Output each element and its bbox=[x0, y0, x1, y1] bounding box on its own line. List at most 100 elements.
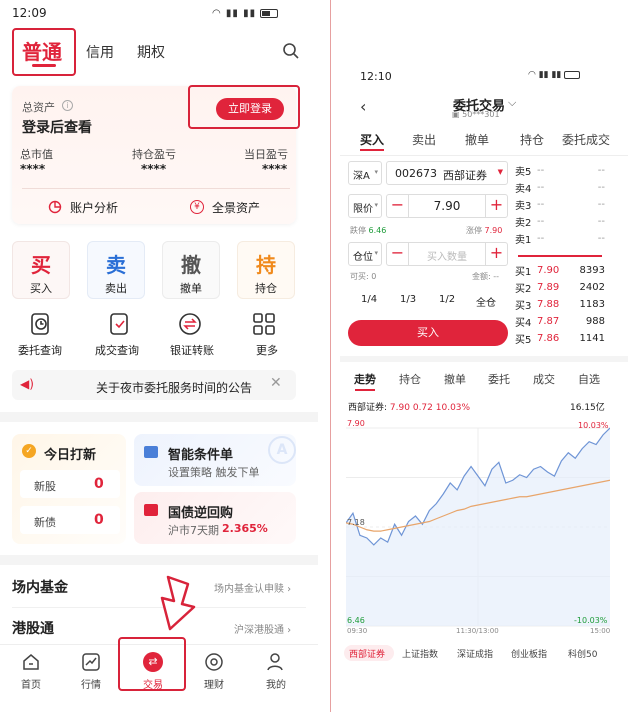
tab-holdings[interactable]: 持仓 bbox=[520, 131, 544, 148]
order-book-asks: 卖5 -- -- 卖4 -- -- 卖3 -- -- 卖2 -- -- 卖1 -- -- bbox=[515, 162, 605, 247]
fraction-third[interactable]: 1/3 bbox=[400, 294, 416, 305]
smart-order-icon bbox=[144, 446, 158, 458]
tab-cancel[interactable]: 撤单 bbox=[465, 131, 489, 148]
ipo-stock-label: 新股 bbox=[34, 480, 56, 493]
buy-glyph: 买 bbox=[31, 253, 51, 277]
stock-select[interactable]: 002673 西部证券 ▼ bbox=[386, 161, 508, 185]
buy-button[interactable]: 买 买入 bbox=[12, 241, 70, 299]
amount: 金额: -- bbox=[472, 272, 500, 281]
index-tab-sz[interactable]: 深证成指 bbox=[457, 647, 493, 660]
search-icon[interactable] bbox=[282, 42, 300, 60]
tab-cancel-bottom[interactable]: 撤单 bbox=[444, 371, 466, 387]
bank-transfer-link[interactable] bbox=[175, 312, 215, 342]
notice-text[interactable]: 关于夜市委托服务时间的公告 bbox=[96, 379, 252, 396]
nav-home[interactable] bbox=[19, 652, 43, 676]
nav-market[interactable] bbox=[81, 652, 105, 676]
sell-button[interactable]: 卖 卖出 bbox=[87, 241, 145, 299]
panorama-assets-link[interactable]: 全景资产 bbox=[212, 199, 260, 216]
transfer-icon bbox=[179, 313, 201, 335]
qty-input[interactable]: 买入数量 bbox=[410, 248, 484, 263]
tab-holdings-bottom[interactable]: 持仓 bbox=[399, 371, 421, 387]
intraday-chart[interactable] bbox=[346, 416, 610, 638]
close-icon[interactable]: ✕ bbox=[270, 375, 282, 391]
tab-normal[interactable]: 普通 bbox=[22, 36, 62, 65]
chart-icon bbox=[82, 653, 100, 671]
bid-row[interactable]: 买1 7.90 8393 bbox=[515, 262, 605, 279]
trade-icon[interactable]: ⇄ bbox=[143, 652, 163, 672]
speaker-icon: ◀) bbox=[20, 377, 34, 391]
qty-decrease-button[interactable]: − bbox=[387, 243, 409, 265]
fraction-all[interactable]: 全仓 bbox=[476, 294, 496, 309]
buy-submit-button[interactable]: 买入 bbox=[348, 320, 508, 346]
right-screen: 12:10 ◠ ▮▮ ▮▮ ‹ 委托交易 ⌵ ▣ 50***301 买入 卖出 … bbox=[340, 0, 628, 712]
tab-sell[interactable]: 卖出 bbox=[412, 131, 436, 148]
ipo-title: 今日打新 bbox=[44, 448, 97, 463]
bid-row[interactable]: 买4 7.87 988 bbox=[515, 313, 605, 330]
user-icon bbox=[267, 653, 283, 671]
market-select[interactable]: 深A ▾ bbox=[348, 161, 382, 185]
nav-trade-label[interactable]: 交易 bbox=[143, 676, 163, 691]
wifi-icon: ◠ bbox=[212, 8, 222, 19]
tab-options[interactable]: 期权 bbox=[137, 42, 165, 62]
bid-row[interactable]: 买3 7.88 1183 bbox=[515, 296, 605, 313]
login-button[interactable]: 立即登录 bbox=[216, 98, 284, 120]
cancel-order-button[interactable]: 撤 撤单 bbox=[162, 241, 220, 299]
price-decrease-button[interactable]: − bbox=[387, 195, 409, 217]
repo-rate: 2.365% bbox=[222, 522, 268, 535]
tab-underline bbox=[32, 64, 56, 67]
repo-icon bbox=[144, 504, 158, 516]
tab-watchlist[interactable]: 自选 bbox=[578, 371, 600, 387]
fraction-quarter[interactable]: 1/4 bbox=[361, 294, 377, 305]
finance-icon bbox=[205, 653, 223, 671]
ask-row: 卖1 -- -- bbox=[515, 233, 605, 246]
account-analysis-link[interactable]: 账户分析 bbox=[70, 199, 118, 216]
index-tab-star[interactable]: 科创50 bbox=[568, 647, 597, 660]
qty-type-select[interactable]: 仓位 ▾ bbox=[348, 242, 382, 266]
deal-query-link[interactable] bbox=[101, 312, 141, 342]
price-input[interactable]: 7.90 bbox=[410, 199, 484, 213]
ask-row: 卖5 -- -- bbox=[515, 165, 605, 178]
bid-row[interactable]: 买5 7.86 1141 bbox=[515, 330, 605, 347]
sell-glyph: 卖 bbox=[106, 253, 126, 277]
etf-section-title: 场内基金 bbox=[12, 580, 68, 596]
index-tab-stock[interactable]: 西部证券 bbox=[349, 647, 385, 660]
limit-up: 涨停 7.90 bbox=[466, 226, 503, 235]
nav-finance[interactable] bbox=[204, 652, 228, 676]
index-tab-sh[interactable]: 上证指数 bbox=[402, 647, 438, 660]
back-icon[interactable]: ‹ bbox=[360, 97, 366, 116]
tab-buy[interactable]: 买入 bbox=[360, 131, 384, 148]
metric-value: **** bbox=[141, 162, 167, 176]
qty-increase-button[interactable]: + bbox=[485, 243, 507, 265]
tab-underline bbox=[360, 149, 384, 151]
ask-row: 卖3 -- -- bbox=[515, 199, 605, 212]
price-increase-button[interactable]: + bbox=[485, 195, 507, 217]
section-gap bbox=[0, 412, 318, 422]
ipo-stock-count: 0 bbox=[94, 476, 104, 492]
etf-section-link[interactable]: 场内基金认申赎 › bbox=[214, 580, 291, 595]
bid-row[interactable]: 买2 7.89 2402 bbox=[515, 279, 605, 296]
index-tab-gem[interactable]: 创业板指 bbox=[511, 647, 547, 660]
metric-value: **** bbox=[20, 162, 46, 176]
tab-orders-deals[interactable]: 委托成交 bbox=[562, 131, 610, 148]
x-mid-label: 11:30/13:00 bbox=[456, 627, 499, 635]
sell-label: 卖出 bbox=[105, 282, 127, 295]
price-type-select[interactable]: 限价 ▾ bbox=[348, 194, 382, 218]
tab-trend[interactable]: 走势 bbox=[354, 371, 376, 387]
smart-order-title: 智能条件单 bbox=[168, 448, 234, 463]
card-divider bbox=[22, 188, 290, 189]
fraction-half[interactable]: 1/2 bbox=[439, 294, 455, 305]
nav-mine-label: 我的 bbox=[266, 680, 286, 691]
nav-mine[interactable] bbox=[266, 652, 290, 676]
chevron-down-icon[interactable]: ⌵ bbox=[508, 96, 516, 110]
check-doc-icon bbox=[110, 313, 128, 335]
order-book-bids: 买1 7.90 8393 买2 7.89 2402 买3 7.88 1183 买4 7.87 9… bbox=[515, 262, 605, 347]
section-gap bbox=[340, 356, 628, 362]
info-icon[interactable]: i bbox=[62, 100, 73, 111]
tab-credit[interactable]: 信用 bbox=[86, 42, 114, 62]
y-mid-label: 7.18 bbox=[347, 518, 365, 527]
tab-deals[interactable]: 成交 bbox=[533, 371, 555, 387]
more-link[interactable] bbox=[252, 312, 292, 342]
hk-connect-link[interactable]: 沪深港股通 › bbox=[234, 621, 291, 636]
holdings-button[interactable]: 持 持仓 bbox=[237, 241, 295, 299]
tab-orders[interactable]: 委托 bbox=[488, 371, 510, 387]
